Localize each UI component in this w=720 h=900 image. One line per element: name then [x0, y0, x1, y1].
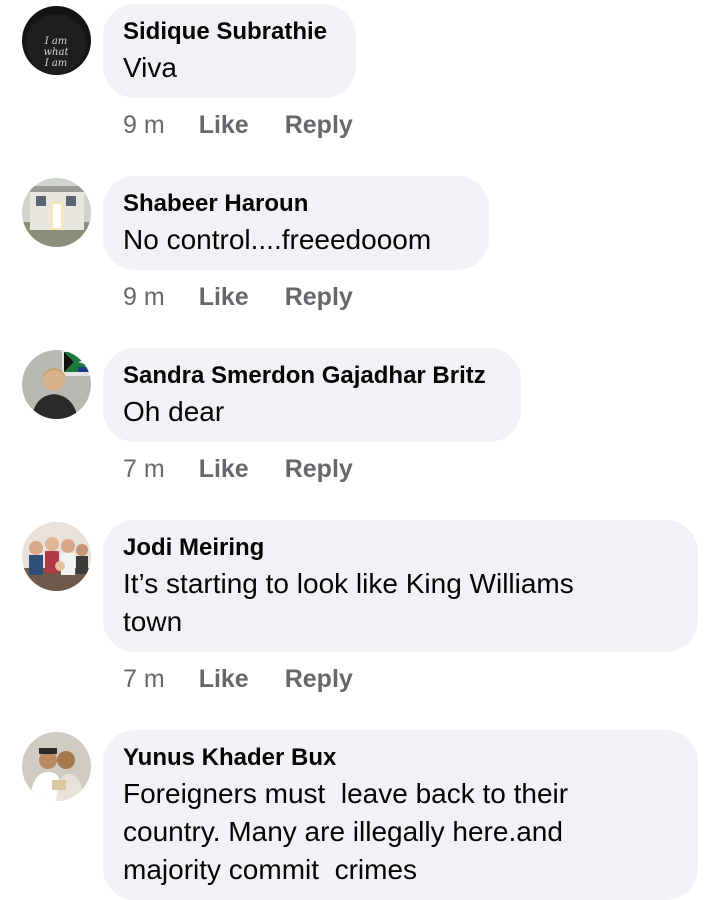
comment-bubble: Yunus Khader Bux Foreigners must leave b… [103, 730, 698, 900]
svg-text:I am: I am [44, 36, 68, 47]
comment-author[interactable]: Jodi Meiring [123, 533, 676, 563]
svg-text:what: what [44, 47, 70, 58]
reply-button[interactable]: Reply [285, 664, 353, 694]
comment-text: No control....freeedooom [123, 224, 432, 255]
avatar-image [22, 178, 91, 247]
comment-bubble: Sidique Subrathie Viva [103, 4, 356, 98]
like-button[interactable]: Like [199, 282, 249, 312]
comment-text-line: It’s starting to look like King Williams [123, 568, 574, 599]
svg-text:I am: I am [44, 58, 68, 69]
comment-bubble: Jodi Meiring It’s starting to look like … [103, 520, 698, 652]
avatar[interactable] [22, 732, 91, 801]
comment-author[interactable]: Yunus Khader Bux [123, 743, 676, 773]
comment-actions: 9 m Like Reply [123, 282, 353, 312]
comment-author[interactable]: Shabeer Haroun [123, 189, 467, 219]
reply-button[interactable]: Reply [285, 454, 353, 484]
avatar[interactable]: I am what I am [22, 6, 91, 75]
comment-bubble: Sandra Smerdon Gajadhar Britz Oh dear [103, 348, 521, 442]
comment-time[interactable]: 7 m [123, 454, 165, 484]
comment-actions: 7 m Like Reply [123, 664, 353, 694]
avatar[interactable] [22, 178, 91, 247]
like-button[interactable]: Like [199, 664, 249, 694]
comment-text: Viva [123, 52, 177, 83]
like-button[interactable]: Like [199, 454, 249, 484]
comment-text-line: country. Many are illegally here.and [123, 816, 563, 847]
comment-text-line: Foreigners must leave back to their [123, 778, 569, 809]
avatar-image: I am what I am [22, 6, 91, 75]
comment-time[interactable]: 7 m [123, 664, 165, 694]
comment-actions: 9 m Like Reply [123, 110, 353, 140]
comment-text-line: majority commit crimes [123, 854, 418, 885]
comment-time[interactable]: 9 m [123, 282, 165, 312]
comment-bubble: Shabeer Haroun No control....freeedooom [103, 176, 489, 270]
avatar[interactable] [22, 350, 91, 419]
comment-text-line: town [123, 606, 183, 637]
like-button[interactable]: Like [199, 110, 249, 140]
comment-author[interactable]: Sandra Smerdon Gajadhar Britz [123, 361, 499, 391]
avatar-image [22, 732, 91, 801]
avatar-image [22, 350, 91, 419]
comment-author[interactable]: Sidique Subrathie [123, 17, 334, 47]
reply-button[interactable]: Reply [285, 282, 353, 312]
comment-time[interactable]: 9 m [123, 110, 165, 140]
comment-actions: 7 m Like Reply [123, 454, 353, 484]
reply-button[interactable]: Reply [285, 110, 353, 140]
comment-text: Oh dear [123, 396, 225, 427]
avatar-image [22, 522, 91, 591]
avatar[interactable] [22, 522, 91, 591]
